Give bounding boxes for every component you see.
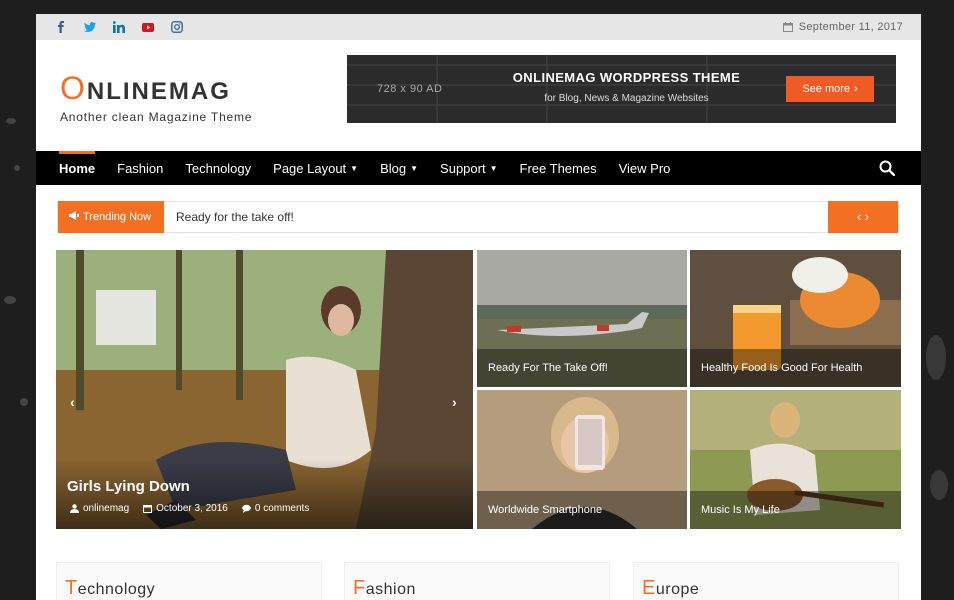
featured-tile[interactable]: Music Is My Life [690,390,901,529]
background-splatter [930,470,948,500]
background-splatter [6,118,16,124]
nav-item-page-layout[interactable]: Page Layout ▼ [262,151,369,185]
nav-item-label: Home [59,160,96,176]
chevron-down-icon: ▼ [350,163,359,173]
featured-main-title[interactable]: Girls Lying Down [67,478,190,495]
nav-item-label: Technology [185,160,252,176]
section-title-rest: ashion [365,581,416,598]
section-title-first-letter: T [65,577,78,599]
nav-item-view-pro[interactable]: View Pro [608,151,682,185]
slider-next-arrow[interactable]: › [452,394,457,410]
calendar-icon [143,505,153,513]
twitter-icon[interactable] [83,21,96,34]
nav-item-label: Support [440,160,486,176]
comment-icon [242,504,251,513]
social-links [54,21,183,34]
post-date: October 3, 2016 [156,503,228,514]
youtube-icon[interactable] [141,21,154,34]
instagram-icon[interactable] [170,21,183,34]
featured-main-meta: onlinemag October 3, 2016 0 comments [70,503,309,514]
nav-item-label: Blog [380,160,407,176]
date-display: September 11, 2017 [782,21,903,33]
logo-title: ONLINEMAG [60,70,252,107]
featured-main-slide[interactable]: Girls Lying Down onlinemag October 3, 20… [56,250,473,529]
facebook-icon[interactable] [54,21,67,34]
nav-item-technology[interactable]: Technology [174,151,262,185]
section-title-first-letter: F [353,577,366,599]
section-fashion: Fashion [344,562,610,600]
see-more-label: See more [802,83,851,95]
trending-bar: Trending Now Ready for the take off! ‹ › [57,200,899,233]
logo-first-letter: O [60,70,87,106]
background-splatter [20,398,28,406]
trending-nav-button[interactable]: ‹ › [828,200,898,233]
linkedin-icon[interactable] [112,21,125,34]
site-header: ONLINEMAG Another clean Magazine Theme 7… [36,40,921,151]
chevron-down-icon: ▼ [410,163,419,173]
nav-item-home[interactable]: Home [36,151,106,185]
site-tagline: Another clean Magazine Theme [60,110,253,124]
megaphone-icon [69,210,79,223]
nav-item-label: Fashion [117,160,164,176]
trending-label-text: Trending Now [83,210,152,223]
section-title-rest: urope [655,581,700,598]
see-more-button[interactable]: See more › [786,76,874,102]
site-logo[interactable]: ONLINEMAG Another clean Magazine Theme [60,70,252,124]
nav-item-label: Page Layout [273,160,347,176]
nav-item-label: Free Themes [519,160,597,176]
featured-tile[interactable]: Healthy Food Is Good For Health [690,250,901,387]
background-splatter [14,165,20,171]
comments-link[interactable]: 0 comments [255,503,309,514]
background-splatter [926,335,946,380]
current-date: September 11, 2017 [798,21,903,33]
nav-item-blog[interactable]: Blog ▼ [369,151,429,185]
section-title[interactable]: Fashion [353,577,609,600]
slider-prev-arrow[interactable]: ‹ [70,394,75,410]
tile-caption: Music Is My Life [690,491,901,529]
featured-tile[interactable]: Ready For The Take Off! [477,250,687,387]
search-icon[interactable] [879,160,895,176]
chevron-down-icon: ▼ [489,163,498,173]
trending-headline[interactable]: Ready for the take off! [164,210,828,224]
tile-caption: Ready For The Take Off! [477,349,687,387]
section-europe: Europe [633,562,899,600]
nav-item-free-themes[interactable]: Free Themes [509,151,608,185]
background-splatter [4,296,16,304]
calendar-icon [782,22,793,32]
trending-label: Trending Now [58,200,164,233]
section-title[interactable]: Europe [642,577,898,600]
tile-caption: Healthy Food Is Good For Health [690,349,901,387]
nav-item-label: View Pro [618,160,671,176]
section-title-first-letter: E [642,577,656,599]
user-icon [70,504,79,513]
ad-banner[interactable]: 728 x 90 AD ONLINEMAG WORDPRESS THEME fo… [347,55,896,123]
chevron-right-icon: › [854,83,858,95]
nav-item-fashion[interactable]: Fashion [106,151,174,185]
section-technology: Technology [56,562,322,600]
page-container: September 11, 2017 ONLINEMAG Another cle… [36,14,921,600]
main-navigation: Home Fashion Technology Page Layout ▼ Blo… [36,151,921,185]
nav-item-support[interactable]: Support ▼ [429,151,508,185]
section-title[interactable]: Technology [65,577,321,600]
featured-tile[interactable]: Worldwide Smartphone [477,390,687,529]
top-bar: September 11, 2017 [36,14,921,40]
section-title-rest: echnology [77,581,156,598]
tile-caption: Worldwide Smartphone [477,491,687,529]
logo-rest: NLINEMAG [86,78,231,105]
author-link[interactable]: onlinemag [83,503,129,514]
